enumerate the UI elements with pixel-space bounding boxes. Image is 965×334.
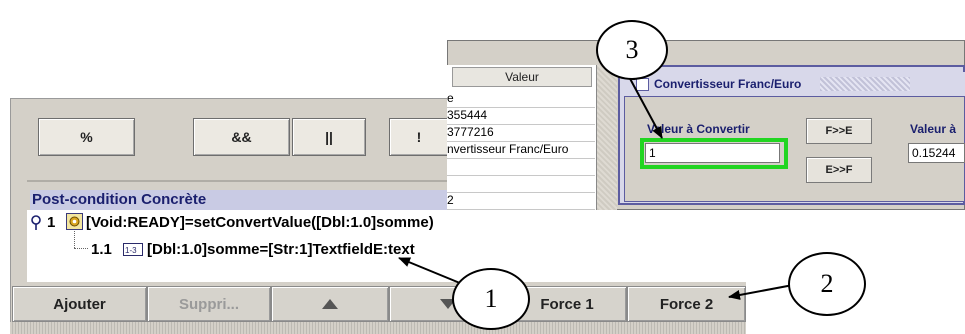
callout-2: 2 <box>788 252 866 316</box>
callout-1: 1 <box>452 268 530 330</box>
arrow-2 <box>728 284 794 300</box>
callout-3: 3 <box>596 20 668 80</box>
arrow-3 <box>626 72 663 139</box>
